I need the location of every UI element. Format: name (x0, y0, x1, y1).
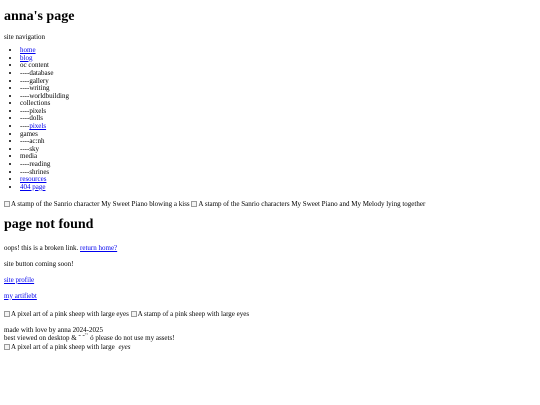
site-profile-link[interactable]: site profile (4, 276, 34, 284)
nav-item-gallery: ----gallery (20, 77, 536, 86)
message-text: oops! this is a broken link. (4, 243, 79, 252)
artifact-paragraph: my artifiebt (4, 292, 536, 300)
broken-image-icon (4, 201, 10, 208)
pixel-sheep-image: A pixel art of a pink sheep with large e… (4, 310, 129, 318)
nav-item-database: ----database (20, 69, 536, 78)
nav-item-pixels: ----pixels (20, 107, 536, 116)
nav-item-media: media (20, 153, 536, 161)
nav-item-writing: ----writing (20, 85, 536, 93)
image-alt-text: A stamp of the Sanrio characters My Swee… (198, 200, 426, 209)
nav-item-reading: ----reading (20, 160, 536, 169)
nav-item-prefix: ---- (20, 122, 30, 131)
site-title: anna's page (4, 9, 75, 24)
image-alt-text-italic: eyes (118, 342, 131, 351)
artifact-link[interactable]: my artifiebt (4, 292, 37, 300)
nav-item-sky: ----sky (20, 145, 536, 154)
broken-link-message: oops! this is a broken link. return home… (4, 244, 536, 252)
site-navigation: home blog oc content ----database ----ga… (4, 46, 536, 192)
pixel-sheep-footer-image: A pixel art of a pink sheep with large e… (4, 343, 130, 352)
image-alt-text: A pixel art of a pink sheep with large (11, 342, 115, 351)
nav-item-home: home (20, 46, 536, 55)
nav-item-acnh: ----ac:nh (20, 138, 536, 146)
broken-image-icon (191, 201, 198, 208)
nav-item-worldbuilding: ----worldbuilding (20, 92, 536, 101)
image-alt-text: A pixel art of a pink sheep with large e… (11, 309, 129, 318)
return-home-link[interactable]: return home? (80, 244, 117, 252)
nav-link-404-page[interactable]: 404 page (20, 183, 45, 191)
page: anna's page site navigation home blog oc… (0, 0, 540, 355)
site-button-text: site button coming soon! (4, 259, 74, 268)
site-profile-paragraph: site profile (4, 276, 536, 284)
nav-item-404: 404 page (20, 183, 536, 192)
nav-item-resources: resources (20, 175, 536, 184)
nav-item-dolls: ----dolls (20, 115, 536, 123)
nav-item-shrines: ----shrines (20, 168, 536, 177)
nav-item-collections: collections (20, 100, 536, 108)
broken-image-icon (130, 310, 137, 317)
nav-item-pixels-link: ----pixels (20, 122, 536, 131)
site-navigation-heading: site navigation (4, 33, 46, 42)
nav-link-pixels[interactable]: pixels (29, 122, 46, 130)
made-with-love-text: made with love by anna 2024-2025 (4, 325, 103, 334)
stamp-piano-kiss-image: A stamp of the Sanrio character My Sweet… (4, 200, 190, 208)
nav-item-blog: blog (20, 54, 536, 63)
stamp-row: A stamp of the Sanrio character My Sweet… (4, 200, 536, 209)
image-alt-text: A stamp of a pink sheep with large eyes (137, 309, 250, 318)
footer: made with love by anna 2024-2025 best vi… (4, 326, 536, 353)
broken-image-icon (4, 310, 10, 317)
stamp-piano-melody-image: A stamp of the Sanrio characters My Swee… (191, 200, 425, 208)
best-viewed-text: best viewed on desktop & ˘ ˘ ̀ ̀ ó pleas… (4, 334, 175, 343)
nav-item-games: games (20, 130, 536, 139)
nav-item-oc-content: oc content (20, 62, 536, 70)
sheep-stamp-image: A stamp of a pink sheep with large eyes (130, 309, 250, 318)
image-alt-text: A stamp of the Sanrio character My Sweet… (11, 200, 190, 209)
page-heading: page not found (4, 217, 94, 233)
footer-images: A pixel art of a pink sheep with large e… (4, 310, 536, 319)
broken-image-icon (4, 344, 10, 351)
